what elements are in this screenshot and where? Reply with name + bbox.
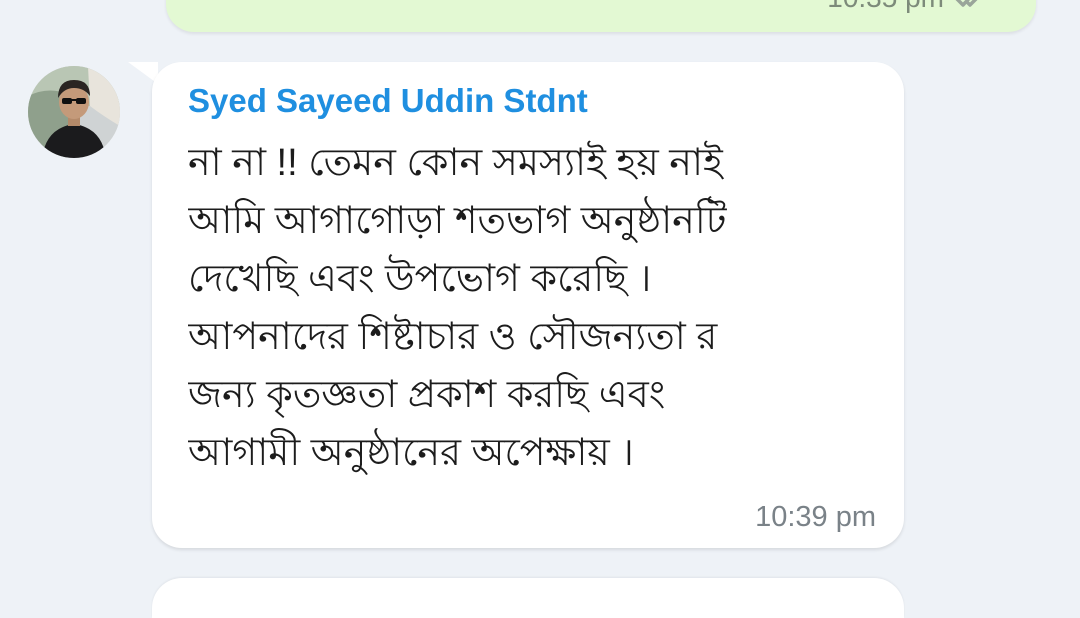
previous-message-meta: 10:35 pm (827, 0, 994, 14)
message-line: না না !! তেমন কোন সমস্যাই হয় নাই (188, 142, 723, 184)
message-line: দেখেছি এবং উপভোগ করেছি । (188, 258, 652, 300)
message-text: না না !! তেমন কোন সমস্যাই হয় নাই আমি আগ… (188, 134, 878, 482)
sender-avatar[interactable] (28, 66, 120, 158)
message-line: আমি আগাগোড়া শতভাগ অনুষ্ঠানটি (188, 200, 727, 242)
sender-name[interactable]: Syed Sayeed Uddin Stdnt (188, 82, 588, 120)
message-time: 10:39 pm (755, 501, 876, 533)
profile-photo-icon (28, 66, 120, 158)
message-line: জন্য কৃতজ্ঞতা প্রকাশ করছি এবং (188, 374, 666, 416)
previous-message-bubble[interactable]: 10:35 pm (166, 0, 1036, 32)
message-line: আগামী অনুষ্ঠানের অপেক্ষায় । (188, 432, 634, 474)
message-line: আপনাদের শিষ্টাচার ও সৌজন্যতা র (188, 316, 718, 358)
incoming-message-bubble[interactable]: Syed Sayeed Uddin Stdnt না না !! তেমন কো… (152, 62, 904, 548)
previous-message-time: 10:35 pm (827, 0, 944, 14)
double-check-icon (954, 0, 994, 10)
next-message-bubble[interactable] (152, 578, 904, 618)
